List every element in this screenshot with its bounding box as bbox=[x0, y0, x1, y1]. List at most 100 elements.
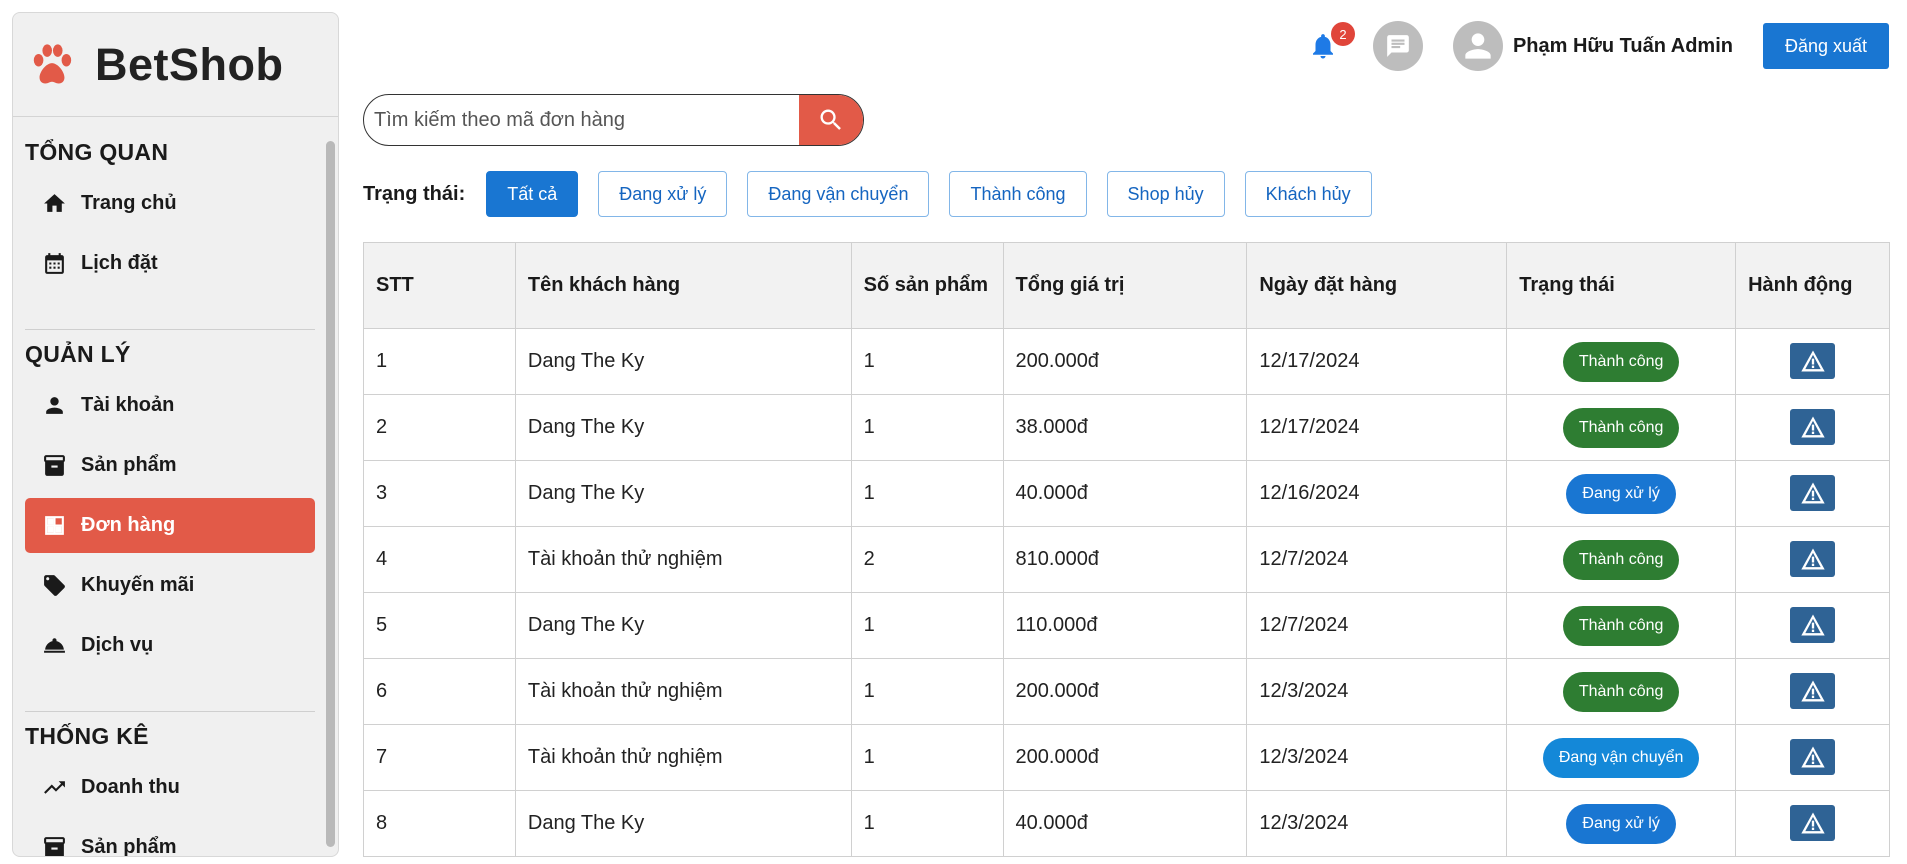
sidebar-item-label: Sản phẩm bbox=[81, 454, 177, 476]
order-date: 12/16/2024 bbox=[1246, 460, 1508, 527]
order-detail-button[interactable] bbox=[1790, 474, 1836, 511]
product-count: 1 bbox=[850, 658, 1004, 725]
status-cell: Thành công bbox=[1506, 592, 1737, 659]
order-date: 12/17/2024 bbox=[1246, 394, 1508, 461]
status-badge: Thành công bbox=[1562, 605, 1680, 646]
customer-name: Dang The Ky bbox=[514, 394, 852, 461]
order-detail-button[interactable] bbox=[1790, 738, 1836, 775]
sidebar-item-promotions[interactable]: Khuyến mãi bbox=[25, 558, 315, 613]
customer-name: Dang The Ky bbox=[514, 460, 852, 527]
status-badge: Thành công bbox=[1562, 539, 1680, 580]
order-date: 12/3/2024 bbox=[1246, 790, 1508, 857]
order-date: 12/17/2024 bbox=[1246, 328, 1508, 395]
sidebar: BetShob TỔNG QUAN Trang chủ Lịch đặt QUẢ… bbox=[12, 12, 339, 857]
section-title: QUẢN LÝ bbox=[25, 341, 131, 367]
action-cell bbox=[1735, 790, 1890, 857]
filter-shop-cancelled[interactable]: Shop hủy bbox=[1106, 171, 1225, 217]
notification-badge: 2 bbox=[1330, 22, 1355, 46]
section-statistics: THỐNG KÊ Doanh thu Sản phẩm bbox=[25, 723, 315, 856]
room-service-icon bbox=[41, 633, 67, 659]
order-detail-button[interactable] bbox=[1790, 408, 1836, 445]
action-cell bbox=[1735, 658, 1890, 725]
section-title: THỐNG KÊ bbox=[25, 723, 149, 749]
home-icon bbox=[41, 191, 67, 217]
sidebar-scrollbar[interactable] bbox=[326, 141, 335, 847]
avatar[interactable] bbox=[1452, 21, 1503, 71]
order-date: 12/7/2024 bbox=[1246, 526, 1508, 593]
order-total: 200.000đ bbox=[1002, 658, 1248, 725]
logout-button[interactable]: Đăng xuất bbox=[1763, 23, 1889, 69]
trending-up-icon bbox=[41, 775, 67, 801]
warning-triangle-icon bbox=[1799, 545, 1827, 573]
order-index: 5 bbox=[363, 592, 516, 659]
action-cell bbox=[1735, 394, 1890, 461]
filter-success[interactable]: Thành công bbox=[949, 171, 1087, 217]
order-detail-button[interactable] bbox=[1790, 342, 1836, 379]
table-row: 6 Tài khoản thử nghiệm 1 200.000đ 12/3/2024 T… bbox=[363, 658, 1890, 725]
filter-shipping[interactable]: Đang vận chuyển bbox=[747, 171, 930, 217]
status-cell: Đang vận chuyển bbox=[1506, 724, 1737, 791]
action-cell bbox=[1735, 328, 1890, 395]
status-cell: Đang xử lý bbox=[1506, 790, 1737, 857]
action-cell bbox=[1735, 724, 1890, 791]
sidebar-item-accounts[interactable]: Tài khoản bbox=[25, 378, 315, 433]
order-detail-button[interactable] bbox=[1790, 540, 1836, 577]
status-badge: Đang xử lý bbox=[1566, 803, 1676, 844]
product-count: 1 bbox=[850, 328, 1004, 395]
status-badge: Thành công bbox=[1562, 407, 1680, 448]
warning-triangle-icon bbox=[1799, 479, 1827, 507]
product-count: 1 bbox=[850, 724, 1004, 791]
sidebar-item-home[interactable]: Trang chủ bbox=[25, 176, 315, 231]
divider bbox=[25, 329, 315, 330]
order-total: 40.000đ bbox=[1002, 790, 1248, 857]
filter-processing[interactable]: Đang xử lý bbox=[598, 171, 728, 217]
warning-triangle-icon bbox=[1799, 611, 1827, 639]
table-header-row: STT Tên khách hàng Số sản phẩm Tổng giá … bbox=[363, 242, 1890, 329]
search-input[interactable] bbox=[364, 95, 799, 145]
order-total: 200.000đ bbox=[1002, 328, 1248, 395]
status-cell: Thành công bbox=[1506, 526, 1737, 593]
action-cell bbox=[1735, 592, 1890, 659]
status-badge: Thành công bbox=[1562, 341, 1680, 382]
status-cell: Thành công bbox=[1506, 328, 1737, 395]
sidebar-item-services[interactable]: Dịch vụ bbox=[25, 618, 315, 673]
warning-triangle-icon bbox=[1799, 809, 1827, 837]
sidebar-item-product-stats[interactable]: Sản phẩm bbox=[25, 820, 315, 856]
sidebar-item-products[interactable]: Sản phẩm bbox=[25, 438, 315, 493]
table-row: 2 Dang The Ky 1 38.000đ 12/17/2024 Thành công bbox=[363, 394, 1890, 461]
order-total: 110.000đ bbox=[1002, 592, 1248, 659]
brand[interactable]: BetShob bbox=[13, 13, 338, 117]
sidebar-item-label: Dịch vụ bbox=[81, 634, 154, 656]
product-count: 2 bbox=[850, 526, 1004, 593]
filter-all[interactable]: Tất cả bbox=[486, 171, 579, 217]
sidebar-nav: TỔNG QUAN Trang chủ Lịch đặt QUẢN LÝ Tài… bbox=[13, 117, 338, 856]
chat-icon bbox=[1387, 35, 1409, 57]
sidebar-item-orders[interactable]: Đơn hàng bbox=[25, 498, 315, 553]
customer-name: Dang The Ky bbox=[514, 328, 852, 395]
column-header: Hành động bbox=[1735, 242, 1890, 329]
order-index: 2 bbox=[363, 394, 516, 461]
order-detail-button[interactable] bbox=[1790, 804, 1836, 841]
calendar-icon bbox=[41, 251, 67, 277]
customer-name: Tài khoản thử nghiệm bbox=[514, 658, 852, 725]
filter-customer-cancelled[interactable]: Khách hủy bbox=[1244, 171, 1372, 217]
order-index: 3 bbox=[363, 460, 516, 527]
order-detail-button[interactable] bbox=[1790, 606, 1836, 643]
sidebar-item-bookings[interactable]: Lịch đặt bbox=[25, 236, 315, 291]
warning-triangle-icon bbox=[1799, 677, 1827, 705]
action-cell bbox=[1735, 526, 1890, 593]
order-total: 40.000đ bbox=[1002, 460, 1248, 527]
sidebar-item-label: Doanh thu bbox=[81, 776, 180, 798]
notification-button[interactable]: 2 bbox=[1303, 22, 1355, 66]
table-row: 8 Dang The Ky 1 40.000đ 12/3/2024 Đang xử lý bbox=[363, 790, 1890, 857]
tag-icon bbox=[41, 573, 67, 599]
order-detail-button[interactable] bbox=[1790, 672, 1836, 709]
search-button[interactable] bbox=[799, 95, 863, 145]
column-header: Trạng thái bbox=[1506, 242, 1737, 329]
customer-name: Tài khoản thử nghiệm bbox=[514, 724, 852, 791]
order-index: 8 bbox=[363, 790, 516, 857]
dashboard-icon bbox=[41, 513, 67, 539]
status-filter-label: Trạng thái: bbox=[363, 182, 466, 205]
messages-button[interactable] bbox=[1372, 21, 1423, 71]
sidebar-item-revenue[interactable]: Doanh thu bbox=[25, 760, 315, 815]
